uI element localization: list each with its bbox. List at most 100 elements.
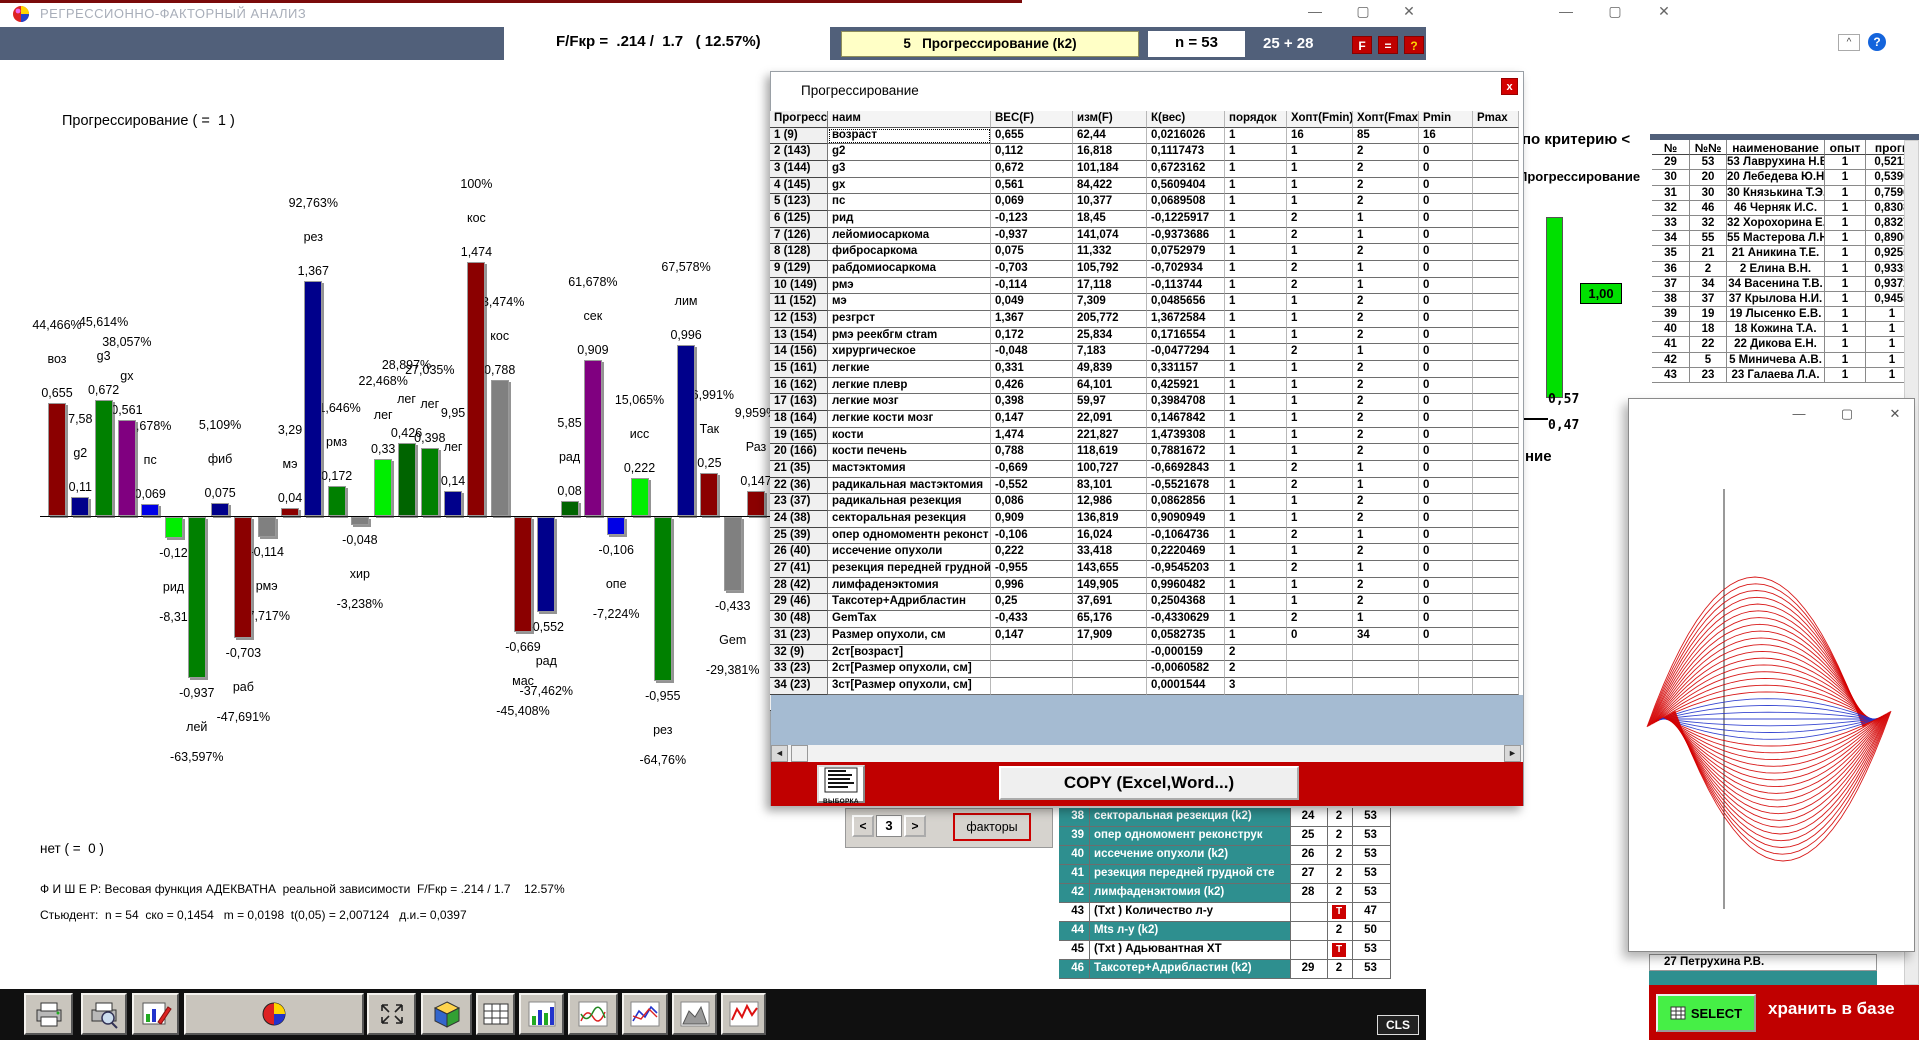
maximize-icon[interactable]: ▢ [1348,3,1378,23]
red-line-chart-button[interactable] [721,993,766,1035]
scroll-right-icon[interactable]: ► [1504,745,1521,762]
bar-chart-button[interactable] [519,993,564,1035]
factor-list-row[interactable]: 45(Txt ) Адьювантная ХТT53 [1059,941,1391,960]
factor-list-row[interactable]: 43(Txt ) Количество л-уT47 [1059,903,1391,922]
patient-row[interactable]: 432323 Галаева Л.А.11 [1652,368,1919,383]
factor-list-row[interactable]: 40иссечение опухоли (k2)26253 [1059,846,1391,865]
patient-row[interactable]: 313030 Князькина Т.Э.10,7596 [1652,186,1919,201]
weights-row[interactable]: 15 (161)легкие0,33149,8390,3311571120 [770,361,1519,378]
expand-arrows-button[interactable] [367,993,416,1035]
patient-row[interactable]: 401818 Кожина Т.А.11 [1652,322,1919,337]
patient-row[interactable]: 324646 Черняк И.С.10,8308 [1652,201,1919,216]
weights-row[interactable]: 33 (23)2ст[Размер опухоли, см]-0,0060582… [770,661,1519,678]
close-icon[interactable]: ✕ [1394,3,1424,23]
weights-row[interactable]: 24 (38)секторальная резекция0,909136,819… [770,511,1519,528]
close-icon[interactable]: ✕ [1880,406,1910,424]
weights-row[interactable]: 23 (37)радикальная резекция0,08612,9860,… [770,494,1519,511]
weights-row[interactable]: 10 (149)рмэ-0,11417,118-0,1137441210 [770,278,1519,295]
patient-row[interactable]: 302020 Лебедева Ю.Н.10,5390 [1652,170,1919,185]
cls-button[interactable]: CLS [1377,1015,1419,1035]
copy-button[interactable]: COPY (Excel,Word...) [999,766,1299,800]
scroll-left-icon[interactable]: ◄ [771,745,788,762]
weights-row[interactable]: 6 (125)рид-0,12318,45-0,12259171210 [770,211,1519,228]
factors-button[interactable]: факторы [953,813,1031,841]
factor-list-row[interactable]: 42лимфаденэктомия (k2)28253 [1059,884,1391,903]
minimize-icon[interactable]: — [1300,3,1330,23]
f-button[interactable]: F [1352,36,1372,54]
patient-row-fragment[interactable]: 27 Петрухина Р.В. [1649,954,1877,971]
scroll-thumb[interactable] [791,745,808,762]
patient-row[interactable]: 295353 Лаврухина Н.В.10,5212 [1652,155,1919,170]
weights-row[interactable]: 17 (163)легкие мозг0,39859,970,398470811… [770,394,1519,411]
vyborka-button[interactable]: ВЫБОРКА [817,765,865,803]
chart-edit-button[interactable] [132,993,179,1035]
weights-row[interactable]: 4 (145)gx0,56184,4220,56094041120 [770,178,1519,195]
prev-page-button[interactable]: < [852,815,874,837]
patient-row[interactable]: 333232 Хорохорина Е.В.10,8327 [1652,216,1919,231]
weights-row[interactable]: 11 (152)мэ0,0497,3090,04856561120 [770,294,1519,311]
patient-row[interactable]: 345555 Мастерова Л.Н.10,8906 [1652,231,1919,246]
patient-row[interactable]: 4255 Миничева А.В.11 [1652,353,1919,368]
weights-row[interactable]: 13 (154)рмэ реекбгм ctram0,17225,8340,17… [770,328,1519,345]
chevron-up-icon[interactable]: ^ [1838,34,1860,51]
pie-chart-button[interactable] [184,993,364,1035]
weights-row[interactable]: 29 (46)Таксотер+Адрибластин0,2537,6910,2… [770,594,1519,611]
patient-row[interactable]: 383737 Крылова Н.И.10,9455 [1652,292,1919,307]
maximize-icon[interactable]: ▢ [1832,406,1862,424]
weights-row[interactable]: 27 (41)резекция передней грудной-0,95514… [770,561,1519,578]
weights-row[interactable]: 32 (9)2ст[возраст]-0,0001592 [770,645,1519,662]
curves-button[interactable] [568,993,618,1035]
close-icon[interactable]: ✕ [1649,3,1679,23]
weights-row[interactable]: 34 (23)3ст[Размер опухоли, см]0,00015443 [770,678,1519,695]
weights-row[interactable]: 5 (123)пс0,06910,3770,06895081120 [770,194,1519,211]
print-preview-button[interactable] [81,993,127,1035]
patient-row[interactable]: 373434 Васенина Т.В.10,9372 [1652,277,1919,292]
weights-row[interactable]: 3 (144)g30,672101,1840,67231621120 [770,161,1519,178]
weights-row[interactable]: 12 (153)резгрст1,367205,7721,36725841120 [770,311,1519,328]
help-button[interactable]: ? [1404,36,1424,54]
dialog-hscrollbar[interactable]: ◄ ► [771,745,1523,762]
weights-row[interactable]: 14 (156)хирургическое-0,0487,183-0,04772… [770,344,1519,361]
select-button[interactable]: SELECT [1656,994,1756,1032]
weights-row[interactable]: 1 (9)возраст0,65562,440,02160261168516 [770,128,1519,145]
weights-row[interactable]: 16 (162)легкие плевр0,42664,1010,4259211… [770,378,1519,395]
patient-row-fragment-teal[interactable] [1649,971,1877,985]
patient-row[interactable]: 3622 Елина В.Н.10,9335 [1652,262,1919,277]
weights-row[interactable]: 31 (23)Размер опухоли, см0,14717,9090,05… [770,628,1519,645]
weights-row[interactable]: 7 (126)лейомиосаркома-0,937141,074-0,937… [770,228,1519,245]
weights-row[interactable]: 8 (128)фибросаркома0,07511,3320,07529791… [770,244,1519,261]
weights-row[interactable]: 28 (42)лимфаденэктомия0,996149,9050,9960… [770,578,1519,595]
factor-list-row[interactable]: 39опер одномомент реконструк25253 [1059,827,1391,846]
dialog-close-icon[interactable]: x [1501,78,1518,95]
equals-button[interactable]: = [1378,36,1398,54]
weights-row[interactable]: 2 (143)g20,11216,8180,11174731120 [770,144,1519,161]
patient-row[interactable]: 391919 Лысенко Е.В.11 [1652,307,1919,322]
patient-row[interactable]: 352121 Аникина Т.Е.10,9255 [1652,246,1919,261]
next-page-button[interactable]: > [904,815,926,837]
cube-3d-button[interactable] [421,993,472,1035]
factor-list-row[interactable]: 38секторальная резекция (k2)24253 [1059,808,1391,827]
weights-row[interactable]: 21 (35)мастэктомия-0,669100,727-0,669284… [770,461,1519,478]
minimize-icon[interactable]: — [1551,3,1581,23]
line-chart-button[interactable] [622,993,668,1035]
area-chart-button[interactable] [672,993,717,1035]
factor-list-row[interactable]: 46Таксотер+Адрибластин (k2)29253 [1059,960,1391,979]
selected-factor-box[interactable]: 5 Прогрессирование (k2) [841,31,1139,57]
weights-row[interactable]: 30 (48)GemTax-0,43365,176-0,43306291210 [770,611,1519,628]
patient-row[interactable]: 412222 Дикова Е.Н.11 [1652,337,1919,352]
weights-row[interactable]: 20 (166)кости печень0,788118,6190,788167… [770,444,1519,461]
weights-row[interactable]: 22 (36)радикальная мастэктомия-0,55283,1… [770,478,1519,495]
weights-row[interactable]: 18 (164)легкие кости мозг0,14722,0910,14… [770,411,1519,428]
weights-row[interactable]: 25 (39)опер одномоментн реконст-0,10616,… [770,528,1519,545]
weights-row[interactable]: 26 (40)иссечение опухоли0,22233,4180,222… [770,544,1519,561]
maximize-icon[interactable]: ▢ [1600,3,1630,23]
weights-row[interactable]: 19 (165)кости1,474221,8271,47393081120 [770,428,1519,445]
help-icon[interactable]: ? [1868,33,1886,51]
factor-list-row[interactable]: 44Mts л-у (k2)250 [1059,922,1391,941]
minimize-icon[interactable]: — [1784,406,1814,424]
print-button[interactable] [24,993,73,1035]
weights-row[interactable]: 9 (129)рабдомиосаркома-0,703105,792-0,70… [770,261,1519,278]
factor-list-row[interactable]: 41резекция передней грудной сте27253 [1059,865,1391,884]
save-to-db-label[interactable]: хранить в базе [1768,999,1895,1019]
grid-button[interactable] [476,993,515,1035]
